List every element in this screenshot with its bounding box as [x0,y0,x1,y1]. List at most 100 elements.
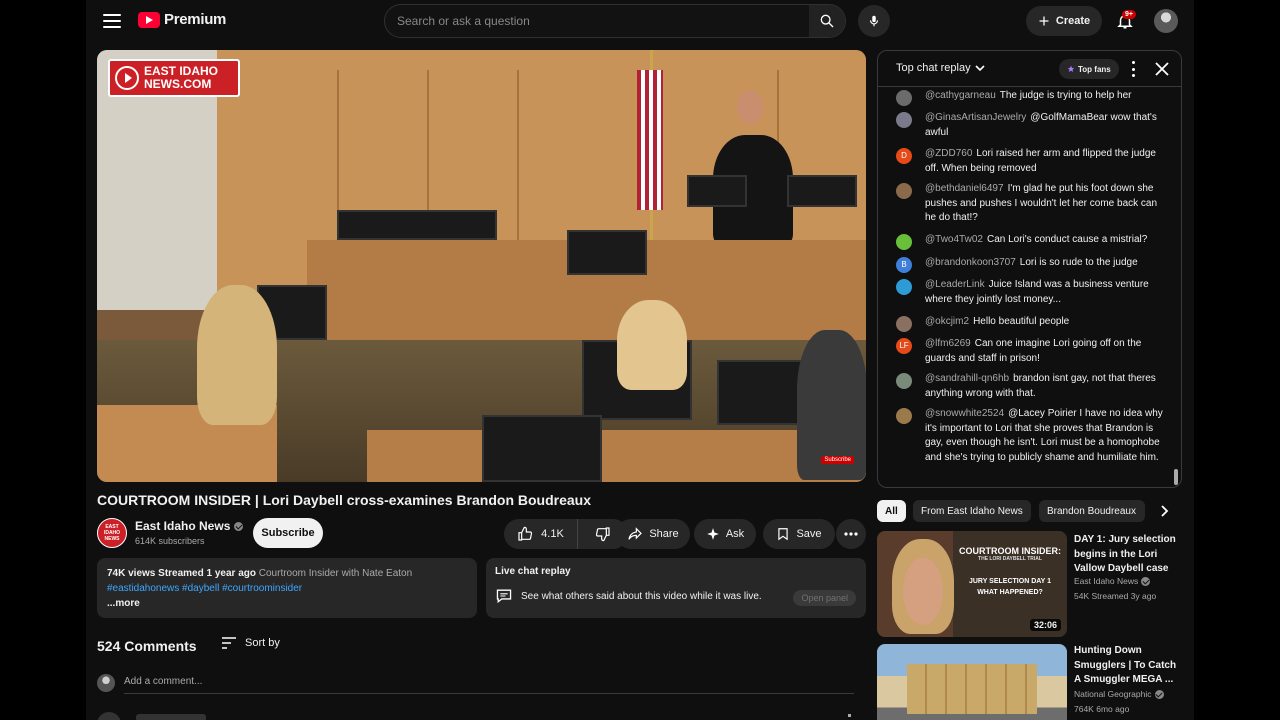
chat-header: Top chat replay Top fans [878,51,1181,87]
comment-input-underline [124,693,854,694]
like-dislike-group: 4.1K [504,519,628,549]
chat-author[interactable]: @okcjim2 [925,316,969,327]
youtube-app: Premium Create 9+ [86,0,1194,720]
account-avatar[interactable] [1154,9,1178,33]
show-more-link[interactable]: ...more [107,596,467,611]
chip-related[interactable]: Brandon Boudreaux [1039,500,1145,522]
user-avatar [97,674,115,692]
chat-author[interactable]: @LeaderLink [925,279,985,290]
chat-author[interactable]: @snowwhite2524 [925,408,1004,419]
share-icon [628,527,643,540]
chat-author[interactable]: @GinasArtisanJewelry [925,112,1026,123]
chat-scrollbar[interactable] [1174,469,1178,485]
video-player[interactable]: EAST IDAHO NEWS.COM Subscribe [97,50,866,482]
watermark-line-2: NEWS.COM [144,77,212,91]
more-actions-button[interactable] [836,519,866,549]
youtube-premium-logo[interactable]: Premium [138,11,226,28]
live-chat-replay-card: Live chat replay See what others said ab… [486,558,866,618]
chat-message: @cathygarneau The judge is trying to help… [896,89,1164,106]
create-label: Create [1055,15,1091,27]
channel-avatar-text: EAST IDAHO NEWS [103,524,121,542]
subscribe-watermark[interactable]: Subscribe [821,456,854,464]
close-icon[interactable] [1154,61,1170,77]
thumbnail-text: WHAT HAPPENED? [977,589,1043,596]
open-panel-button[interactable]: Open panel [793,590,856,606]
top-fans-label: Top fans [1078,64,1111,74]
us-flag [637,70,663,210]
chat-mode-dropdown[interactable]: Top chat replay [896,62,985,74]
voice-search-button[interactable] [858,5,890,37]
chat-message: @Two4Tw02 Can Lori's conduct cause a mist… [896,233,1164,250]
channel-name[interactable]: East Idaho News [135,519,244,533]
chat-avatar [896,234,912,250]
chip-all[interactable]: All [877,500,906,522]
live-chat-title: Live chat replay [495,566,571,577]
video-channel[interactable]: National Geographic [1074,689,1164,699]
chat-author[interactable]: @brandonkoon3707 [925,257,1016,268]
chat-avatar: B [896,257,912,273]
chat-avatar [896,183,912,199]
chat-avatar [896,316,912,332]
create-button[interactable]: Create [1026,6,1102,36]
video-description[interactable]: 74K views Streamed 1 year ago Courtroom … [97,558,477,618]
video-title[interactable]: Hunting Down Smugglers | To Catch A Smug… [1074,644,1182,688]
top-fans-button[interactable]: Top fans [1059,59,1119,79]
chat-message: @sandrahill-qn6hb brandon isnt gay, not t… [896,372,1164,401]
view-stats: 74K views Streamed 1 year ago [107,568,256,579]
chat-author[interactable]: @Two4Tw02 [925,234,983,245]
east-idaho-news-watermark: EAST IDAHO NEWS.COM [108,59,240,97]
chip-from-channel[interactable]: From East Idaho News [913,500,1031,522]
add-comment-input[interactable]: Add a comment... [124,676,202,687]
chat-author[interactable]: @lfm6269 [925,338,971,349]
video-title[interactable]: DAY 1: Jury selection begins in the Lori… [1074,533,1182,577]
sort-icon [222,637,236,649]
chevron-down-icon [975,65,985,72]
chat-message: B @brandonkoon3707 Lori is so rude to the… [896,256,1164,273]
thumbnail-person [892,539,954,634]
verified-icon [234,521,244,531]
chat-message-list: @cathygarneau The judge is trying to help… [878,87,1181,487]
chat-message: @bethdaniel6497 I'm glad he put his foot … [896,182,1164,226]
youtube-logo-icon [138,11,160,28]
channel-avatar[interactable]: EAST IDAHO NEWS [97,518,127,548]
sort-by-button[interactable]: Sort by [221,637,280,649]
like-count: 4.1K [541,528,564,540]
play-logo-icon [115,66,139,90]
share-button[interactable]: Share [616,519,690,549]
chat-text: Can Lori's conduct cause a mistrial? [986,234,1148,245]
video-thumbnail[interactable]: COURTROOM INSIDER: THE LORI DAYBELL TRIA… [877,531,1067,637]
recommended-video[interactable]: COURTROOM INSIDER: THE LORI DAYBELL TRIA… [877,531,1182,637]
hashtags[interactable]: #eastidahonews #daybell #courtroominside… [107,581,467,596]
search-input[interactable] [385,14,809,28]
thumbnail-text: JURY SELECTION DAY 1 [968,578,1052,585]
search-button[interactable] [809,5,845,37]
chat-author[interactable]: @sandrahill-qn6hb [925,373,1009,384]
attorney-figure [617,300,687,390]
chat-more-icon[interactable] [1130,61,1136,77]
verified-icon [1154,689,1164,699]
comment-avatar[interactable] [97,712,121,720]
chat-author[interactable]: @cathygarneau [925,90,996,101]
sparkle-icon [706,528,719,540]
chat-author[interactable]: @bethdaniel6497 [925,183,1004,194]
menu-icon[interactable] [100,10,124,32]
like-button[interactable]: 4.1K [504,519,578,549]
chat-message: @okcjim2 Hello beautiful people [896,315,1164,332]
chat-message: LF @lfm6269 Can one imagine Lori going of… [896,337,1164,366]
comment-menu-icon[interactable] [848,714,851,720]
recommended-video[interactable]: Hunting Down Smugglers | To Catch A Smug… [877,644,1182,720]
more-horizontal-icon [844,532,858,536]
ask-button[interactable]: Ask [694,519,756,549]
save-button[interactable]: Save [763,519,835,549]
video-thumbnail[interactable] [877,644,1067,720]
chat-message: @snowwhite2524 @Lacey Poirier I have no i… [896,407,1164,465]
live-chat-text: See what others said about this video wh… [521,590,762,602]
star-icon [1067,65,1075,72]
video-channel[interactable]: East Idaho News [1074,576,1151,586]
thumbs-up-icon [518,526,533,541]
chat-author[interactable]: @ZDD760 [925,148,972,159]
chevron-right-icon[interactable] [1156,503,1172,519]
subscribe-button[interactable]: Subscribe [253,518,323,548]
chat-text: Lori is so rude to the judge [1019,257,1138,268]
thumbnail-cargo [907,664,1037,714]
